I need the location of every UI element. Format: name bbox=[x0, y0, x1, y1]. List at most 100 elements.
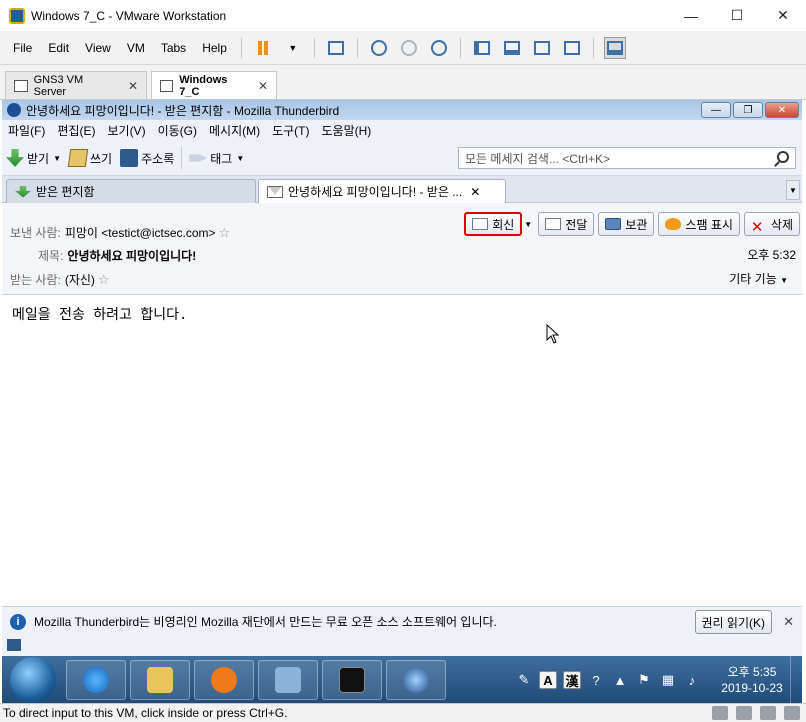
close-tab-icon[interactable]: ✕ bbox=[470, 185, 480, 199]
tag-button[interactable]: 태그 ▼ bbox=[185, 145, 248, 171]
vmware-window-title: Windows 7_C - VMware Workstation bbox=[31, 8, 227, 23]
revert-snapshot-button[interactable] bbox=[398, 37, 420, 59]
search-input[interactable]: 모든 메세지 검색... <Ctrl+K> bbox=[458, 147, 796, 169]
tab-message[interactable]: 안녕하세요 피망이입니다! - 받은 ... ✕ bbox=[258, 179, 506, 203]
reply-button[interactable]: 회신 bbox=[464, 212, 523, 236]
system-tray: ✎ A 漢 ? ▲ ⚑ ▦ ♪ 오후 5:35 2019-10-23 bbox=[512, 656, 802, 704]
ime-mode-icon[interactable]: A bbox=[539, 671, 557, 689]
pause-icon-bar bbox=[263, 40, 268, 55]
read-rights-button[interactable]: 권리 읽기(K) bbox=[694, 610, 772, 634]
unity-button[interactable] bbox=[561, 37, 583, 59]
console-view-button[interactable] bbox=[603, 36, 626, 59]
snapshot-manager-button[interactable] bbox=[428, 37, 450, 59]
subject-label: 제목: bbox=[38, 249, 64, 263]
close-button[interactable]: ✕ bbox=[760, 0, 806, 31]
close-tab-icon[interactable]: ✕ bbox=[258, 79, 268, 93]
menu-view[interactable]: View bbox=[77, 41, 119, 55]
snapshot-button[interactable] bbox=[368, 37, 390, 59]
action-center-flag-icon[interactable]: ⚑ bbox=[635, 671, 653, 689]
get-mail-button[interactable]: 받기 ▼ bbox=[2, 145, 65, 171]
help-icon[interactable]: ? bbox=[587, 671, 605, 689]
cd-drive-icon[interactable] bbox=[736, 706, 752, 720]
tab-windows-7-c[interactable]: Windows 7_C ✕ bbox=[151, 71, 277, 99]
display-icon[interactable] bbox=[784, 706, 800, 720]
tb-restore-button[interactable]: ❐ bbox=[733, 102, 763, 118]
start-button[interactable] bbox=[10, 657, 56, 703]
tab-inbox[interactable]: 받은 편지함 bbox=[6, 179, 256, 203]
volume-icon[interactable]: ♪ bbox=[683, 671, 701, 689]
vm-icon bbox=[160, 79, 174, 92]
junk-button[interactable]: 스팸 표시 bbox=[658, 212, 740, 236]
forward-button[interactable]: 전달 bbox=[538, 212, 595, 236]
taskbar-media-player[interactable] bbox=[194, 660, 254, 700]
menu-tabs[interactable]: Tabs bbox=[153, 41, 194, 55]
get-mail-label: 받기 bbox=[27, 151, 50, 166]
notification-close-icon[interactable]: ✕ bbox=[783, 614, 794, 630]
address-book-button[interactable]: 주소록 bbox=[116, 145, 178, 171]
write-button[interactable]: 쓰기 bbox=[65, 145, 116, 171]
window-controls: — ☐ ✕ bbox=[668, 0, 806, 31]
ime-pen-icon[interactable]: ✎ bbox=[515, 671, 533, 689]
search-icon[interactable] bbox=[777, 151, 789, 163]
reply-label: 회신 bbox=[492, 217, 515, 232]
menu-help[interactable]: 도움말(H) bbox=[316, 122, 378, 139]
menu-file[interactable]: File bbox=[5, 41, 40, 55]
thumbnail-bar-button[interactable] bbox=[501, 37, 523, 59]
menu-edit[interactable]: Edit bbox=[40, 41, 77, 55]
menu-go[interactable]: 이동(G) bbox=[152, 122, 203, 139]
menu-vm[interactable]: VM bbox=[119, 41, 153, 55]
tb-close-button[interactable]: ✕ bbox=[765, 102, 799, 118]
guest-display[interactable]: 안녕하세요 피망이입니다! - 받은 편지함 - Mozilla Thunder… bbox=[0, 99, 806, 706]
tab-list-dropdown-icon[interactable]: ▼ bbox=[786, 180, 800, 200]
from-value[interactable]: 피망이 <testict@ictsec.com> bbox=[65, 224, 216, 241]
menu-tools[interactable]: 도구(T) bbox=[266, 122, 315, 139]
address-book-icon bbox=[120, 149, 139, 167]
more-actions-button[interactable]: 기타 기능 ▼ bbox=[729, 270, 788, 287]
menu-file[interactable]: 파일(F) bbox=[2, 122, 51, 139]
to-label: 받는 사람: bbox=[10, 273, 61, 287]
taskbar-ie[interactable] bbox=[66, 660, 126, 700]
menu-help[interactable]: Help bbox=[194, 41, 235, 55]
get-mail-dropdown-icon[interactable]: ▼ bbox=[53, 154, 61, 163]
hard-disk-icon[interactable] bbox=[712, 706, 728, 720]
vmware-status-bar: To direct input to this VM, click inside… bbox=[0, 703, 806, 722]
taskbar-explorer[interactable] bbox=[130, 660, 190, 700]
show-library-button[interactable] bbox=[471, 37, 493, 59]
taskbar-control-panel[interactable] bbox=[258, 660, 318, 700]
system-clock[interactable]: 오후 5:35 2019-10-23 bbox=[714, 664, 790, 696]
taskbar-cmd[interactable] bbox=[322, 660, 382, 700]
star-icon[interactable]: ☆ bbox=[98, 272, 110, 288]
network-adapter-icon[interactable] bbox=[760, 706, 776, 720]
menu-edit[interactable]: 편집(E) bbox=[51, 122, 101, 139]
minimize-button[interactable]: — bbox=[668, 0, 714, 31]
tb-minimize-button[interactable]: — bbox=[701, 102, 731, 118]
pause-button[interactable] bbox=[252, 37, 274, 59]
message-actions: 회신 ▼ 전달 보관 스팸 표시 ✕ 삭제 bbox=[464, 212, 800, 236]
tab-label: 받은 편지함 bbox=[36, 185, 95, 199]
full-screen-button[interactable] bbox=[531, 37, 553, 59]
command-prompt-icon bbox=[339, 667, 365, 693]
delete-button[interactable]: ✕ 삭제 bbox=[743, 212, 800, 236]
power-dropdown-icon[interactable]: ▼ bbox=[282, 37, 304, 59]
network-icon[interactable]: ▦ bbox=[659, 671, 677, 689]
online-status-icon[interactable] bbox=[7, 639, 21, 651]
delete-x-icon: ✕ bbox=[750, 219, 764, 236]
archive-icon bbox=[605, 218, 622, 230]
archive-button[interactable]: 보관 bbox=[598, 212, 655, 236]
taskbar-thunderbird[interactable] bbox=[386, 660, 446, 700]
show-hidden-icons-icon[interactable]: ▲ bbox=[611, 671, 629, 689]
write-icon bbox=[67, 149, 89, 167]
menu-message[interactable]: 메시지(M) bbox=[203, 122, 266, 139]
tab-gns3-vm-server[interactable]: GNS3 VM Server ✕ bbox=[5, 71, 147, 99]
clock-date: 2019-10-23 bbox=[721, 681, 783, 695]
menu-view[interactable]: 보기(V) bbox=[101, 122, 151, 139]
star-icon[interactable]: ☆ bbox=[219, 225, 231, 241]
ime-hanja-icon[interactable]: 漢 bbox=[563, 671, 581, 689]
close-tab-icon[interactable]: ✕ bbox=[128, 79, 138, 93]
to-value[interactable]: (자신) bbox=[65, 271, 95, 288]
maximize-button[interactable]: ☐ bbox=[714, 0, 760, 31]
reply-dropdown-icon[interactable]: ▼ bbox=[524, 220, 532, 229]
send-ctrl-alt-del-button[interactable] bbox=[325, 37, 347, 59]
show-desktop-button[interactable] bbox=[790, 656, 802, 704]
forward-icon bbox=[545, 218, 562, 230]
